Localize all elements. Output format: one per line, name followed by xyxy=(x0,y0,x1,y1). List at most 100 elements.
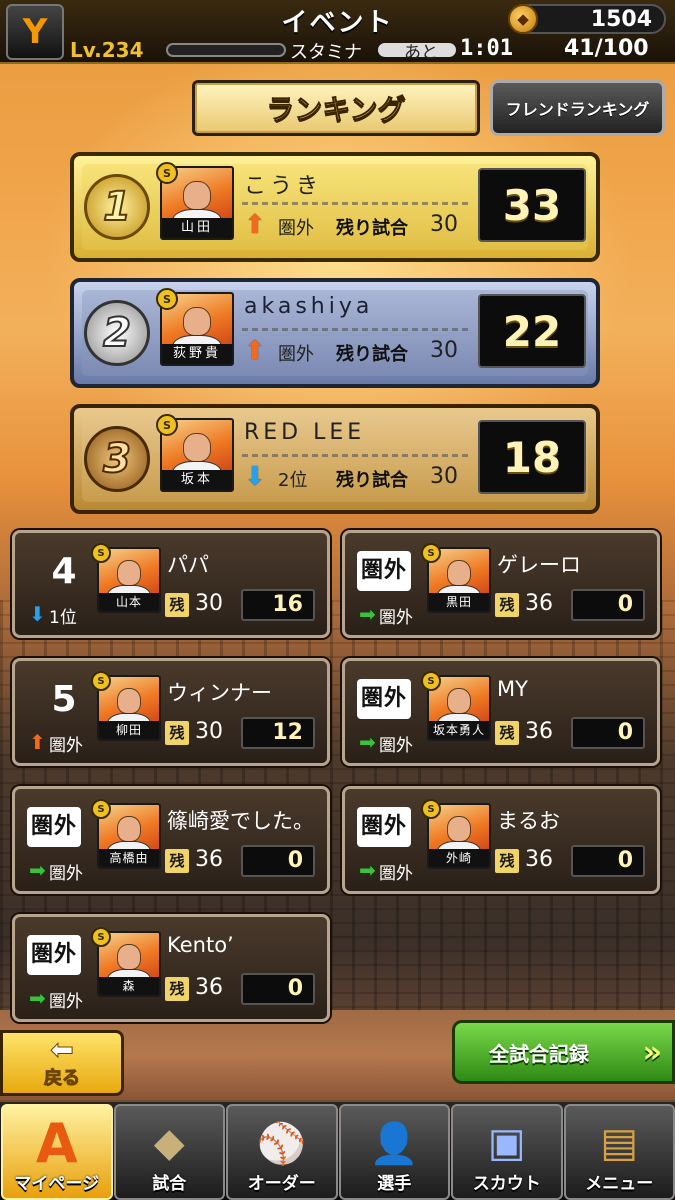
player-name: 坂本 xyxy=(162,470,232,490)
trend-up-icon: ⬆ xyxy=(29,730,46,754)
nav-label: メニュー xyxy=(585,1174,654,1194)
remaining-games: 36 xyxy=(525,591,553,616)
remaining-label: あと xyxy=(404,43,438,63)
remaining-games: 30 xyxy=(430,212,458,237)
user-name: 篠崎愛でした。 xyxy=(167,809,314,833)
rank-card-3[interactable]: 3 S 坂本 RED LEE ⬇ 2位 残り試合 30 18 xyxy=(70,404,600,514)
nav-scout[interactable]: ▣ スカウト xyxy=(451,1104,563,1200)
remaining-games-label: 残り試合 xyxy=(336,218,408,239)
rank-card-out[interactable]: 圏外 ➡ 圏外 S 外崎 まるお 残 36 0 xyxy=(342,786,660,894)
back-arrow-icon: ⬅ xyxy=(50,1033,74,1066)
rank-card-1[interactable]: 1 S 山田 こうき ⬆ 圏外 残り試合 30 33 xyxy=(70,152,600,262)
user-name: akashiya xyxy=(244,294,374,319)
nav-label: 試合 xyxy=(152,1174,187,1194)
double-chevron-right-icon: » xyxy=(642,1035,662,1070)
tab-friend-ranking[interactable]: フレンドランキング xyxy=(490,80,665,136)
previous-rank: 圏外 xyxy=(278,218,314,239)
previous-rank: 2位 xyxy=(278,470,308,491)
player-name: 坂本勇人 xyxy=(429,721,489,739)
back-button[interactable]: ⬅ 戻る xyxy=(0,1030,124,1096)
user-name: MY xyxy=(497,677,528,701)
score: 18 xyxy=(478,420,586,494)
remaining-games: 30 xyxy=(430,464,458,489)
rank-out-badge: 圏外 xyxy=(357,551,411,591)
user-name: Kento’ xyxy=(167,933,234,957)
remaining-games: 36 xyxy=(195,847,223,872)
player-name: 森 xyxy=(99,977,159,995)
stamina-timer: 1:01 xyxy=(460,36,513,61)
nav-label: スカウト xyxy=(472,1174,541,1194)
remaining-games-label: 残 xyxy=(165,593,189,617)
trend-up-icon: ⬆ xyxy=(244,210,266,240)
back-label: 戻る xyxy=(44,1068,81,1090)
previous-rank: 1位 xyxy=(49,608,77,628)
diamond-field-icon: ◆ xyxy=(153,1120,185,1166)
remaining-games-label: 残 xyxy=(165,721,189,745)
rank-card-out[interactable]: 圏外 ➡ 圏外 S 森 Kento’ 残 36 0 xyxy=(12,914,330,1022)
level-value: 234 xyxy=(101,38,144,62)
score: 12 xyxy=(241,717,315,749)
rank-card-out[interactable]: 圏外 ➡ 圏外 S 坂本勇人 MY 残 36 0 xyxy=(342,658,660,766)
scout-card-icon: ▣ xyxy=(487,1120,526,1166)
trend-down-icon: ⬇ xyxy=(29,602,46,626)
remaining-games-label: 残 xyxy=(165,977,189,1001)
nav-label: マイページ xyxy=(14,1174,100,1194)
level-label: Lv. xyxy=(70,38,102,62)
previous-rank: 圏外 xyxy=(379,608,413,628)
score: 16 xyxy=(241,589,315,621)
coin-value: 1504 xyxy=(590,6,652,32)
player-name: 外崎 xyxy=(429,849,489,867)
nav-order[interactable]: ⚾ オーダー xyxy=(226,1104,338,1200)
rank-card-out[interactable]: 圏外 ➡ 圏外 S 黒田 ゲレーロ 残 36 0 xyxy=(342,530,660,638)
rank-out-badge: 圏外 xyxy=(357,807,411,847)
player-name: 黒田 xyxy=(429,593,489,611)
rank-card-out[interactable]: 圏外 ➡ 圏外 S 高橋由 篠崎愛でした。 残 36 0 xyxy=(12,786,330,894)
rank-card-5[interactable]: 5 ⬆ 圏外 S 柳田 ウィンナー 残 30 12 xyxy=(12,658,330,766)
s-badge-icon: S xyxy=(421,799,441,819)
score: 0 xyxy=(241,845,315,877)
rank-medal-icon: 2 xyxy=(84,300,150,366)
score: 0 xyxy=(241,973,315,1005)
rank-card-4[interactable]: 4 ⬇ 1位 S 山本 パパ 残 30 16 xyxy=(12,530,330,638)
nav-mypage[interactable]: A マイページ xyxy=(1,1104,113,1200)
coin-counter[interactable]: ◆ 1504 xyxy=(508,4,666,34)
rank-medal-icon: 1 xyxy=(84,174,150,240)
rank-out-badge: 圏外 xyxy=(27,807,81,847)
player-name: 山田 xyxy=(162,218,232,238)
remaining-games: 36 xyxy=(195,975,223,1000)
tab-ranking[interactable]: ランキング xyxy=(192,80,480,136)
trend-right-icon: ➡ xyxy=(359,858,376,882)
user-name: まるお xyxy=(497,809,560,833)
user-name: こうき xyxy=(244,174,323,199)
stamina-value: 41/100 xyxy=(564,36,649,61)
trend-right-icon: ➡ xyxy=(359,602,376,626)
nav-match[interactable]: ◆ 試合 xyxy=(113,1104,225,1200)
bottom-nav: A マイページ ◆ 試合 ⚾ オーダー 👤 選手 ▣ スカウト ▤ メニュー xyxy=(0,1100,675,1200)
remaining-games: 36 xyxy=(525,847,553,872)
remaining-games-label: 残り試合 xyxy=(336,470,408,491)
score: 0 xyxy=(571,589,645,621)
exp-bar xyxy=(166,43,286,57)
remaining-games: 30 xyxy=(195,719,223,744)
nav-menu[interactable]: ▤ メニュー xyxy=(563,1104,675,1200)
s-badge-icon: S xyxy=(156,162,178,184)
trend-up-icon: ⬆ xyxy=(244,336,266,366)
player-name: 荻野貴 xyxy=(162,344,232,364)
remaining-games-label: 残 xyxy=(495,593,519,617)
user-name: ウィンナー xyxy=(167,681,272,705)
all-records-button[interactable]: 全試合記録 » xyxy=(452,1020,675,1084)
user-name: RED LEE xyxy=(244,420,366,445)
score: 22 xyxy=(478,294,586,368)
rank-card-2[interactable]: 2 S 荻野貴 akashiya ⬆ 圏外 残り試合 30 22 xyxy=(70,278,600,388)
baseball-icon: ⚾ xyxy=(256,1120,307,1167)
player-name: 山本 xyxy=(99,593,159,611)
player-name: 高橋由 xyxy=(99,849,159,867)
nav-players[interactable]: 👤 選手 xyxy=(338,1104,450,1200)
remaining-games-label: 残 xyxy=(495,721,519,745)
s-badge-icon: S xyxy=(91,927,111,947)
all-records-label: 全試合記録 xyxy=(489,1041,589,1066)
s-badge-icon: S xyxy=(156,288,178,310)
nav-label: 選手 xyxy=(377,1174,412,1194)
previous-rank: 圏外 xyxy=(49,864,83,884)
trend-right-icon: ➡ xyxy=(29,986,46,1010)
